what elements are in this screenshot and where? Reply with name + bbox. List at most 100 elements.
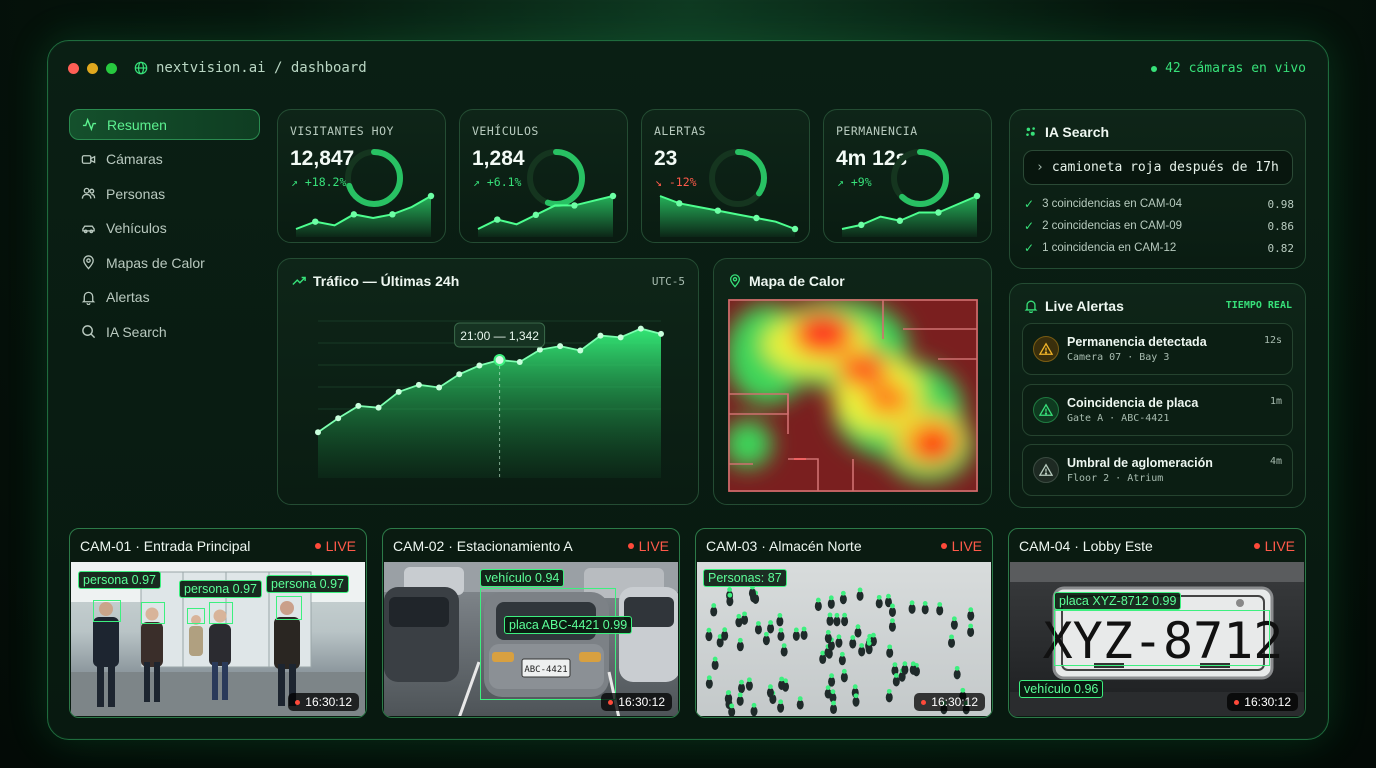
trending-up-icon: [292, 276, 306, 285]
crowd-person-marker: [949, 634, 954, 640]
record-dot-icon: [940, 542, 947, 549]
camera-feed-cam02[interactable]: CAM-02 · Estacionamiento A LIVE ABC-4421…: [382, 528, 680, 718]
sidebar-item-camaras[interactable]: Cámaras: [69, 144, 260, 175]
sparkline-point: [714, 207, 722, 214]
crowd-person: [830, 704, 838, 715]
close-window-button[interactable]: [68, 63, 79, 74]
sidebar-item-vehiculos[interactable]: Vehículos: [69, 213, 260, 244]
crowd-person-marker: [890, 603, 895, 609]
kpi-card-alertas[interactable]: ALERTAS 23 ↘ -12%: [641, 109, 810, 243]
timestamp-text: 16:30:12: [305, 695, 352, 709]
traffic-title-text: Tráfico — Últimas 24h: [313, 273, 460, 289]
alert-item[interactable]: Umbral de aglomeración Floor 2 · Atrium …: [1022, 444, 1293, 496]
kpi-sparkline: [477, 192, 617, 237]
crowd-person-marker: [722, 627, 728, 633]
kpi-change: ↗ +18.2%: [291, 175, 347, 189]
ia-search-input[interactable]: › camioneta roja después de 17h: [1023, 150, 1293, 185]
camera-feed-cam04[interactable]: CAM-04 · Lobby Este LIVE XYZ-8712 placa …: [1008, 528, 1306, 718]
crowd-person-marker: [777, 613, 783, 618]
car-icon: [82, 225, 95, 233]
address-bar[interactable]: nextvision.ai / dashboard: [134, 60, 367, 76]
alert-time: 12s: [1263, 335, 1282, 346]
chart-point-highlight: [493, 354, 506, 367]
crowd-person: [885, 692, 893, 703]
live-indicator: LIVE: [1253, 538, 1295, 554]
timestamp-text: 16:30:12: [931, 695, 978, 709]
crowd-person: [754, 624, 762, 635]
search-match-item[interactable]: ✓ 3 coincidencias en CAM-04 0.98: [1024, 197, 1294, 211]
crowd-person: [856, 590, 864, 601]
heatmap-panel: Mapa de Calor: [713, 258, 992, 505]
crowd-person: [953, 669, 961, 680]
crowd-person: [741, 614, 749, 625]
crowd-person: [875, 598, 883, 609]
live-alerts-panel: Live Alertas TIEMPO REAL Permanencia det…: [1009, 283, 1306, 508]
sparkline-point: [350, 211, 358, 218]
minimize-window-button[interactable]: [87, 63, 98, 74]
crowd-person: [967, 626, 975, 637]
kpi-card-vehiculos[interactable]: VEHÍCULOS 1,284 ↗ +6.1%: [459, 109, 628, 243]
search-icon: [82, 325, 96, 339]
sidebar-item-label: IA Search: [106, 323, 167, 340]
check-icon: ✓: [1024, 219, 1035, 233]
sidebar-item-mapas-de-calor[interactable]: Mapas de Calor: [69, 247, 260, 278]
crowd-person-marker: [737, 692, 743, 698]
crowd-person-marker: [886, 593, 891, 599]
camera-feed-cam01[interactable]: CAM-01 · Entrada Principal LIVE persona …: [69, 528, 367, 718]
crowd-person-marker: [712, 656, 718, 662]
camera-view: ABC-4421 vehículo 0.94 placa ABC-4421 0.…: [384, 562, 678, 716]
crowd-person: [736, 695, 744, 706]
search-match-item[interactable]: ✓ 2 coincidencias en CAM-09 0.86: [1024, 219, 1294, 233]
sidebar-item-alertas[interactable]: Alertas: [69, 282, 260, 313]
crowd-person-marker: [825, 629, 831, 635]
crowd-person: [849, 638, 857, 649]
detection-label: placa XYZ-8712 0.99: [1054, 592, 1182, 610]
sidebar-item-ia-search[interactable]: IA Search: [69, 316, 260, 347]
alert-title: Coincidencia de placa: [1067, 396, 1199, 410]
sidebar-item-resumen[interactable]: Resumen: [69, 109, 260, 140]
alert-item[interactable]: Coincidencia de placa Gate A · ABC-4421 …: [1022, 384, 1293, 436]
crowd-person: [854, 627, 862, 638]
crowd-person: [814, 601, 822, 612]
crowd-person-marker: [968, 623, 974, 629]
kpi-change: ↗ +6.1%: [473, 175, 522, 189]
sparkline-point: [858, 221, 865, 229]
heatmap-floorplan[interactable]: [728, 299, 978, 492]
alert-item[interactable]: Permanencia detectada Camera 07 · Bay 3 …: [1022, 323, 1293, 375]
crowd-person: [950, 619, 958, 630]
crowd-person: [948, 637, 956, 648]
live-alerts-title: Live Alertas: [1024, 298, 1124, 314]
kpi-card-visitantes[interactable]: VISITANTES HOY 12,847 ↗ +18.2%: [277, 109, 446, 243]
person-detection-box: [141, 602, 165, 624]
crowd-person-marker: [797, 696, 803, 702]
chart-point: [597, 332, 604, 339]
crowd-person-marker: [876, 594, 882, 600]
ia-search-panel: IA Search › camioneta roja después de 17…: [1009, 109, 1306, 269]
person-detection-box: [187, 608, 205, 624]
crowd-person-marker: [793, 627, 799, 633]
live-cameras-status: 42 cámaras en vivo: [1151, 61, 1306, 76]
crowd-person: [738, 683, 746, 694]
kpi-sparkline: [659, 195, 799, 237]
warning-icon: [1033, 457, 1059, 483]
maximize-window-button[interactable]: [106, 63, 117, 74]
crowd-person: [745, 680, 753, 691]
crowd-person: [826, 615, 834, 626]
ia-search-query: camioneta roja después de 17h: [1051, 160, 1279, 175]
person-detection-box: [93, 600, 121, 622]
kpi-card-permanencia[interactable]: PERMANENCIA 4m 12s ↗ +9%: [823, 109, 992, 243]
window-controls: [68, 63, 117, 74]
camera-feed-cam03[interactable]: CAM-03 · Almacén Norte LIVE Personas: 87…: [695, 528, 993, 718]
crowd-person-marker: [841, 668, 847, 674]
search-match-item[interactable]: ✓ 1 coincidencia en CAM-12 0.82: [1024, 241, 1294, 255]
traffic-chart[interactable]: 21:00 — 1,342: [278, 303, 698, 503]
sparkline-point: [935, 209, 942, 216]
alert-title: Permanencia detectada: [1067, 335, 1207, 349]
crowd-person: [892, 676, 900, 687]
sidebar-item-personas[interactable]: Personas: [69, 178, 260, 209]
traffic-panel: Tráfico — Últimas 24h UTC-5 21:00 — 1,34…: [277, 258, 699, 505]
activity-icon: [82, 117, 97, 132]
alert-time: 4m: [1269, 456, 1282, 467]
crowd-person: [824, 633, 832, 644]
chart-area: [318, 328, 661, 478]
